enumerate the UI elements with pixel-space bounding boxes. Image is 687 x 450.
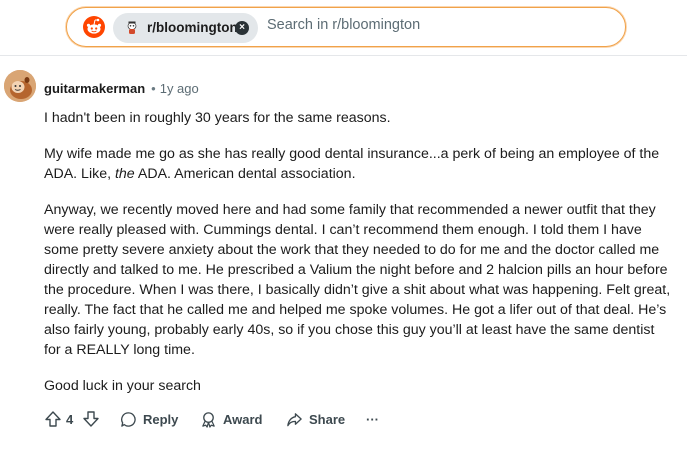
paragraph-2-emphasis: the [114,166,135,182]
comment-actions: 4 Reply Award Share ··· [44,408,444,430]
downvote-arrow-icon [83,411,99,427]
search-bar[interactable]: r/bloomington × [66,7,626,47]
upvote-arrow-icon [45,411,61,427]
community-filter-chip: r/bloomington × [113,13,258,43]
community-avatar-icon [123,19,141,37]
paragraph-4: Good luck in your search [44,378,201,394]
community-name: r/bloomington [147,20,238,35]
paragraph-2-part-2: ADA. American dental association. [134,166,356,182]
meta-separator: • [151,81,156,96]
reddit-logo-icon[interactable] [83,16,105,38]
header: r/bloomington × [0,0,687,56]
paragraph-2: My wife made me go as she has really goo… [44,144,674,184]
award-button[interactable]: Award [200,408,263,430]
reply-label: Reply [143,411,179,427]
search-input[interactable] [267,17,607,33]
clear-community-close-icon[interactable]: × [235,21,249,35]
share-button[interactable]: Share [286,408,345,430]
paragraph-1: I hadn't been in roughly 30 years for th… [44,110,391,126]
share-arrow-icon [287,412,302,426]
reply-button[interactable]: Reply [120,408,178,430]
comment-meta: guitarmakerman • 1y ago [44,81,199,96]
share-label: Share [309,411,346,427]
upvote-button[interactable] [44,408,62,430]
more-options-icon: ··· [366,411,379,427]
page: r/bloomington × guitarmakerman • 1y ago I … [0,0,687,450]
paragraph-3: Anyway, we recently moved here and had s… [44,202,671,358]
comment-body: I hadn't been in roughly 30 years for th… [44,108,674,412]
more-options-button[interactable]: ··· [366,408,379,430]
speech-bubble-icon [121,411,136,427]
downvote-button[interactable] [82,408,100,430]
award-ribbon-icon [202,411,215,428]
comment-timestamp[interactable]: 1y ago [160,81,199,96]
vote-count-label: 4 [66,411,74,427]
user-avatar[interactable] [4,70,36,102]
award-label: Award [223,411,263,427]
avatar-face-icon [4,70,36,102]
comment-author[interactable]: guitarmakerman [44,81,145,96]
vote-count: 4 [66,408,73,430]
